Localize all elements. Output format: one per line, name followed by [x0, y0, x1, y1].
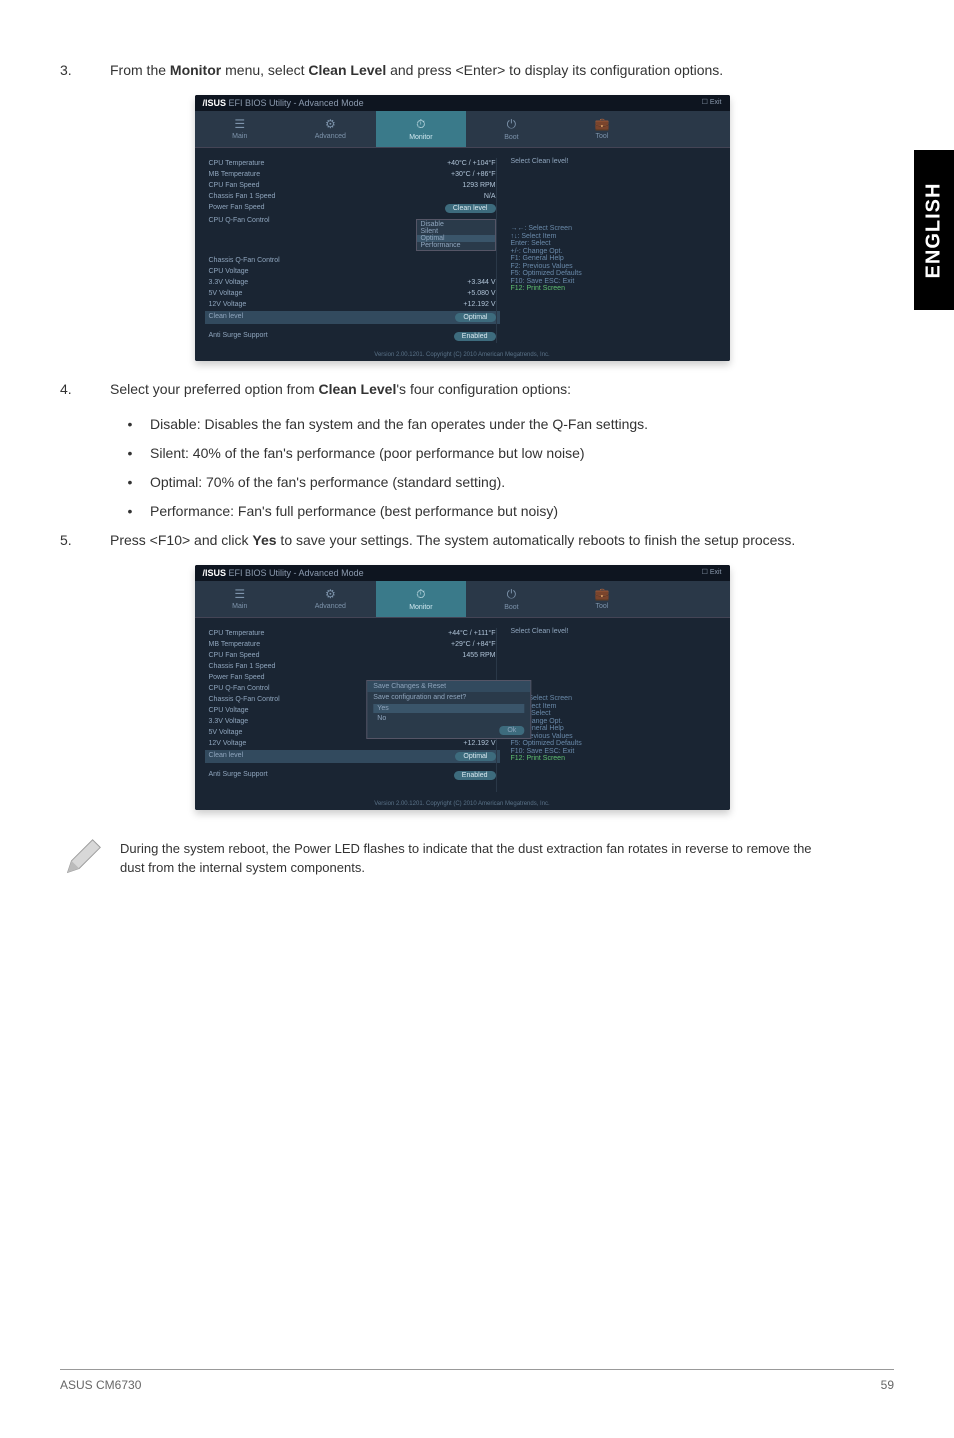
note-text: During the system reboot, the Power LED … — [120, 840, 834, 876]
tab-monitor-2[interactable]: ⏱Monitor — [376, 581, 467, 617]
step-4-number: 4. — [60, 379, 110, 400]
dialog-ok[interactable]: Ok — [499, 726, 524, 735]
step-3-number: 3. — [60, 60, 110, 81]
pencil-icon — [60, 834, 120, 883]
language-label: ENGLISH — [923, 182, 946, 278]
dialog-no[interactable]: No — [373, 714, 524, 723]
tab-monitor[interactable]: ⏱Monitor — [376, 111, 467, 147]
bios-tabs: ☰Main ⚙Advanced ⏱Monitor ⏻Boot 💼Tool — [195, 111, 730, 148]
clean-level-row[interactable]: Clean levelOptimal — [205, 311, 500, 324]
page-content: 3. From the Monitor menu, select Clean L… — [0, 0, 954, 883]
footer-product: ASUS CM6730 — [60, 1378, 141, 1392]
bullet-disable: Disable: Disables the fan system and the… — [150, 414, 648, 435]
tab-boot[interactable]: ⏻Boot — [466, 111, 557, 147]
bios-screenshot-2: /ISUS EFI BIOS Utility - Advanced Mode ☐… — [195, 565, 730, 810]
tab-boot-2[interactable]: ⏻Boot — [466, 581, 557, 617]
bios-help-panel: Select Clean level! →←: Select Screen↑↓:… — [496, 158, 716, 343]
tab-main-2[interactable]: ☰Main — [195, 581, 286, 617]
bullet-performance: Performance: Fan's full performance (bes… — [150, 501, 558, 522]
dialog-yes[interactable]: Yes — [373, 704, 524, 713]
page-footer: ASUS CM6730 59 — [60, 1369, 894, 1392]
bullet-optimal: Optimal: 70% of the fan's performance (s… — [150, 472, 505, 493]
step-4-text: Select your preferred option from Clean … — [110, 379, 864, 400]
footer-page-number: 59 — [881, 1378, 894, 1392]
step-5-text: Press <F10> and click Yes to save your s… — [110, 530, 864, 551]
bullet-silent: Silent: 40% of the fan's performance (po… — [150, 443, 585, 464]
bios-monitor-panel: CPU Temperature+40°C / +104°F MB Tempera… — [209, 158, 496, 343]
bios-tabs-2: ☰Main ⚙Advanced ⏱Monitor ⏻Boot 💼Tool — [195, 581, 730, 618]
bios-titlebar-2: /ISUS EFI BIOS Utility - Advanced Mode ☐… — [195, 565, 730, 581]
exit-button[interactable]: ☐ Exit — [702, 98, 722, 108]
tab-advanced-2[interactable]: ⚙Advanced — [285, 581, 376, 617]
tab-tool[interactable]: 💼Tool — [557, 111, 648, 147]
step-3-text: From the Monitor menu, select Clean Leve… — [110, 60, 864, 81]
language-tab: ENGLISH — [914, 150, 954, 310]
clean-level-row-2[interactable]: Clean levelOptimal — [205, 750, 500, 763]
step-4: 4. Select your preferred option from Cle… — [60, 379, 864, 400]
exit-button-2[interactable]: ☐ Exit — [702, 568, 722, 578]
step-5: 5. Press <F10> and click Yes to save you… — [60, 530, 864, 551]
step-3: 3. From the Monitor menu, select Clean L… — [60, 60, 864, 81]
bios-titlebar: /ISUS EFI BIOS Utility - Advanced Mode ☐… — [195, 95, 730, 111]
step-5-number: 5. — [60, 530, 110, 551]
tab-advanced[interactable]: ⚙Advanced — [285, 111, 376, 147]
tab-main[interactable]: ☰Main — [195, 111, 286, 147]
note-box: During the system reboot, the Power LED … — [60, 834, 864, 883]
tab-tool-2[interactable]: 💼Tool — [557, 581, 648, 617]
bios-screenshot-1: /ISUS EFI BIOS Utility - Advanced Mode ☐… — [195, 95, 730, 361]
save-confirm-dialog: Save Changes & Reset Save configuration … — [366, 680, 531, 739]
clean-level-dropdown[interactable]: Disable Silent Optimal Performance — [416, 219, 496, 251]
step-4-bullets: •Disable: Disables the fan system and th… — [110, 414, 864, 522]
